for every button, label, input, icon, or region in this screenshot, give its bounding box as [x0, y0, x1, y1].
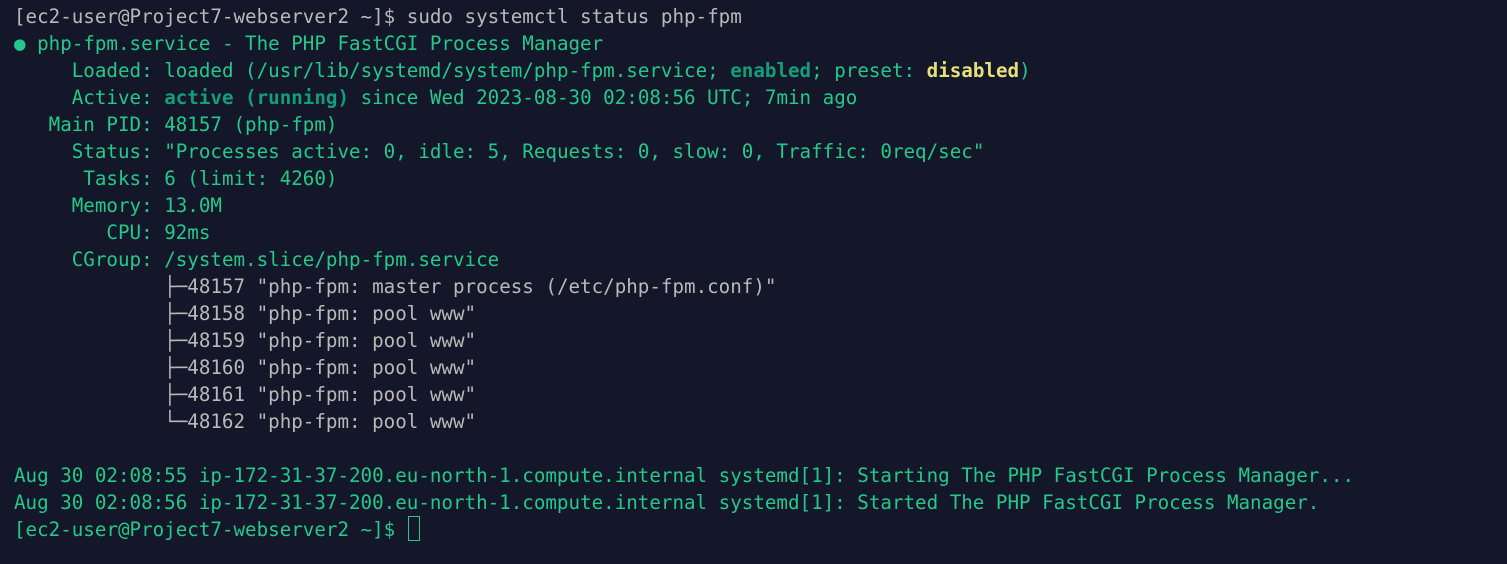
process-pid: 48159: [187, 329, 246, 352]
loaded-label: Loaded:: [14, 59, 165, 82]
text-cursor[interactable]: [407, 516, 420, 541]
cpu-value: 92ms: [164, 221, 211, 244]
status-line: Status: "Processes active: 0, idle: 5, R…: [14, 138, 1507, 165]
log-line: Aug 30 02:08:55 ip-172-31-37-200.eu-nort…: [14, 464, 1355, 487]
shell-prompt: [ec2-user@Project7-webserver2 ~]$: [14, 5, 407, 28]
process-command: "php-fpm: pool www": [245, 356, 477, 379]
tasks-value: 6 (limit: 4260): [164, 167, 338, 190]
log-line: Aug 30 02:08:56 ip-172-31-37-200.eu-nort…: [14, 491, 1320, 514]
active-since: since Wed 2023-08-30 02:08:56 UTC; 7min …: [349, 86, 858, 109]
process-pid: 48157: [187, 275, 246, 298]
terminal-window[interactable]: [ec2-user@Project7-webserver2 ~]$ sudo s…: [0, 0, 1507, 564]
tree-branch-icon: ├─: [14, 329, 188, 352]
process-pid: 48158: [187, 302, 246, 325]
process-row: ├─48160 "php-fpm: pool www": [14, 354, 1507, 381]
process-row: ├─48159 "php-fpm: pool www": [14, 327, 1507, 354]
process-row: ├─48157 "php-fpm: master process (/etc/p…: [14, 273, 1507, 300]
main-pid-line: Main PID: 48157 (php-fpm): [14, 111, 1507, 138]
cpu-label: CPU:: [14, 221, 165, 244]
process-command: "php-fpm: pool www": [245, 329, 477, 352]
loaded-preset-label: ; preset:: [811, 59, 927, 82]
main-pid-label: Main PID:: [14, 113, 165, 136]
status-label: Status:: [14, 140, 165, 163]
disabled-badge: disabled: [926, 59, 1020, 82]
tree-branch-icon: ├─: [14, 383, 188, 406]
memory-value: 13.0M: [164, 194, 222, 217]
loaded-line: Loaded: loaded (/usr/lib/systemd/system/…: [14, 57, 1507, 84]
input-line[interactable]: [ec2-user@Project7-webserver2 ~]$: [14, 516, 1507, 543]
tasks-label: Tasks:: [14, 167, 165, 190]
process-command: "php-fpm: master process (/etc/php-fpm.c…: [245, 275, 777, 298]
command-text: sudo systemctl status php-fpm: [406, 5, 742, 28]
active-state-badge: active (running): [164, 86, 350, 109]
memory-label: Memory:: [14, 194, 165, 217]
shell-prompt-final: [ec2-user@Project7-webserver2 ~]$: [14, 518, 407, 541]
active-label: Active:: [14, 86, 165, 109]
command-line: [ec2-user@Project7-webserver2 ~]$ sudo s…: [14, 3, 1507, 30]
main-pid-value: 48157 (php-fpm): [164, 113, 338, 136]
loaded-value: loaded (/usr/lib/systemd/system/php-fpm.…: [164, 59, 731, 82]
status-dot-icon: ●: [14, 32, 26, 55]
memory-line: Memory: 13.0M: [14, 192, 1507, 219]
tree-branch-icon: ├─: [14, 275, 188, 298]
process-row: ├─48158 "php-fpm: pool www": [14, 300, 1507, 327]
cgroup-value: /system.slice/php-fpm.service: [164, 248, 500, 271]
tasks-line: Tasks: 6 (limit: 4260): [14, 165, 1507, 192]
status-value: "Processes active: 0, idle: 5, Requests:…: [164, 140, 985, 163]
tree-branch-icon: ├─: [14, 302, 188, 325]
cpu-line: CPU: 92ms: [14, 219, 1507, 246]
process-pid: 48160: [187, 356, 246, 379]
tree-end-icon: └─: [14, 410, 188, 433]
process-pid: 48161: [187, 383, 246, 406]
unit-line: ● php-fpm.service - The PHP FastCGI Proc…: [14, 30, 1507, 57]
active-line: Active: active (running) since Wed 2023-…: [14, 84, 1507, 111]
loaded-close: ): [1019, 59, 1031, 82]
process-command: "php-fpm: pool www": [245, 302, 477, 325]
process-command: "php-fpm: pool www": [245, 410, 477, 433]
process-pid: 48162: [187, 410, 246, 433]
process-row: ├─48161 "php-fpm: pool www": [14, 381, 1507, 408]
cgroup-label: CGroup:: [14, 248, 165, 271]
cgroup-line: CGroup: /system.slice/php-fpm.service: [14, 246, 1507, 273]
enabled-badge: enabled: [730, 59, 812, 82]
unit-description: php-fpm.service - The PHP FastCGI Proces…: [25, 32, 604, 55]
process-row: └─48162 "php-fpm: pool www": [14, 408, 1507, 435]
tree-branch-icon: ├─: [14, 356, 188, 379]
process-command: "php-fpm: pool www": [245, 383, 477, 406]
